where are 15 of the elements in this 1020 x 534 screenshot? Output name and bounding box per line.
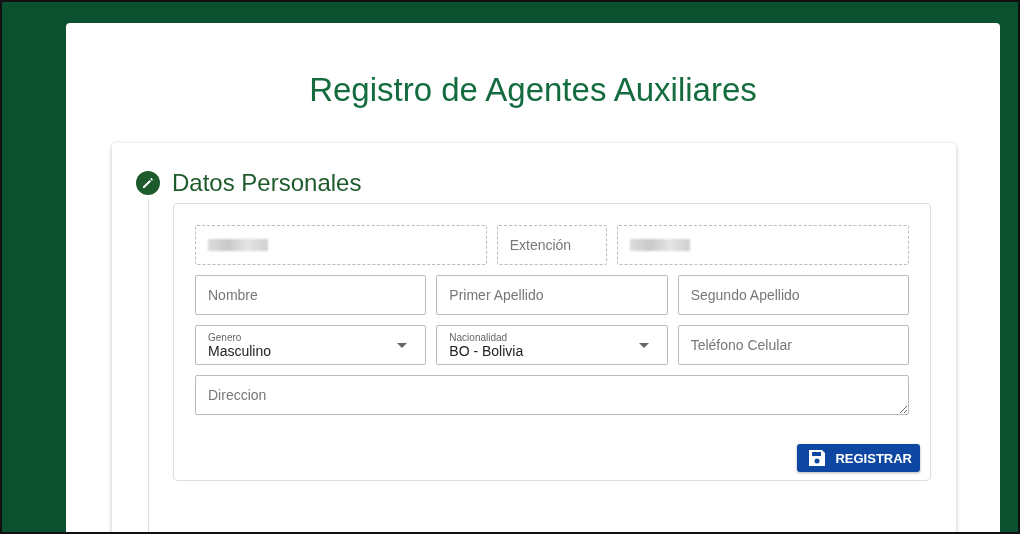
textarea-field[interactable]: Direccion [195, 375, 909, 415]
select-field[interactable]: Genero Masculino [195, 325, 427, 365]
input-field[interactable]: Nombre [195, 275, 427, 315]
page-title: Registro de Agentes Auxiliares [308, 71, 758, 109]
pencil-icon [136, 171, 160, 195]
register-button[interactable]: REGISTRAR [797, 444, 920, 472]
caret-icon [638, 343, 649, 348]
blurred-content [630, 239, 691, 251]
caret-icon [397, 343, 408, 348]
blurred-content [208, 239, 268, 251]
section-title: Datos Personales [172, 169, 362, 197]
select-field[interactable]: Nacionalidad BO - Bolivia [436, 325, 668, 365]
input-field[interactable]: Primer Apellido [436, 275, 668, 315]
input-field[interactable]: Teléfono Celular [677, 325, 909, 365]
input-field[interactable]: Segundo Apellido [677, 275, 909, 315]
